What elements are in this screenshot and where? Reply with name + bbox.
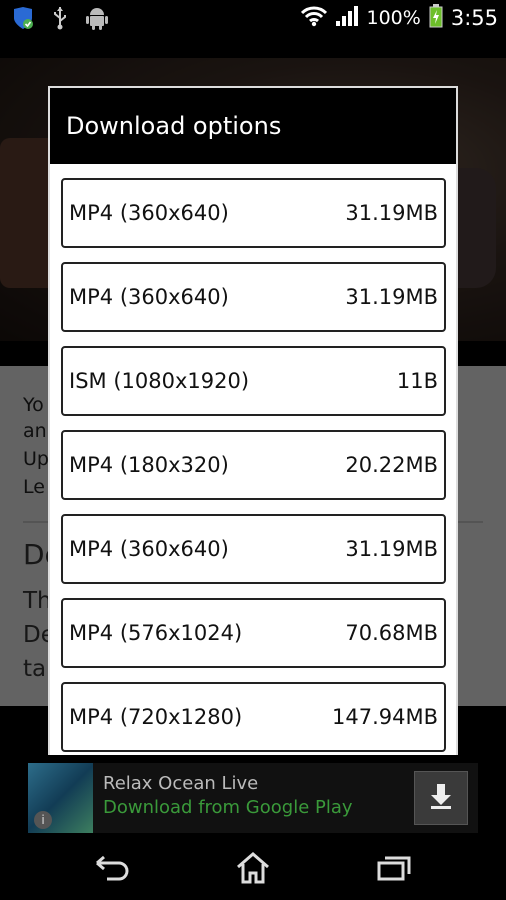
notification-icons (12, 6, 108, 34)
download-arrow-icon (429, 783, 453, 813)
option-format: MP4 (360x640) (69, 201, 229, 225)
status-bar: 100% 3:55 (0, 0, 506, 37)
option-format: MP4 (576x1024) (69, 621, 243, 645)
signal-icon (335, 5, 359, 31)
home-icon (235, 852, 271, 888)
option-format: MP4 (180x320) (69, 453, 229, 477)
home-button[interactable] (233, 852, 273, 888)
dialog-header: Download options (50, 88, 456, 164)
system-status: 100% 3:55 (300, 4, 498, 32)
option-format: MP4 (360x640) (69, 285, 229, 309)
option-size: 31.19MB (345, 285, 438, 309)
recent-apps-icon (376, 854, 412, 886)
download-option-button[interactable]: MP4 (360x640) 31.19MB (61, 262, 446, 332)
download-option-button[interactable]: MP4 (360x640) 31.19MB (61, 178, 446, 248)
download-option-button[interactable]: MP4 (720x1280) 147.94MB (61, 682, 446, 752)
back-icon (93, 855, 131, 885)
download-options-dialog: Download options MP4 (360x640) 31.19MB M… (48, 86, 458, 770)
ad-card[interactable]: i Relax Ocean Live Download from Google … (28, 763, 478, 833)
option-size: 11B (396, 369, 438, 393)
download-option-button[interactable]: MP4 (360x640) 31.19MB (61, 514, 446, 584)
option-size: 20.22MB (345, 453, 438, 477)
ad-banner[interactable]: i Relax Ocean Live Download from Google … (0, 755, 506, 842)
option-size: 31.19MB (345, 201, 438, 225)
clock: 3:55 (450, 6, 498, 30)
option-size: 147.94MB (331, 705, 438, 729)
download-option-button[interactable]: MP4 (180x320) 20.22MB (61, 430, 446, 500)
security-shield-icon (12, 6, 34, 34)
wifi-icon (300, 5, 327, 31)
option-size: 70.68MB (345, 621, 438, 645)
option-size: 31.19MB (345, 537, 438, 561)
dialog-title: Download options (66, 112, 282, 140)
download-option-button[interactable]: MP4 (576x1024) 70.68MB (61, 598, 446, 668)
navigation-bar (0, 842, 506, 900)
ad-title: Relax Ocean Live (103, 773, 259, 794)
back-button[interactable] (92, 852, 132, 888)
ad-subtitle: Download from Google Play (103, 797, 353, 818)
android-debug-icon (86, 6, 108, 34)
usb-icon (52, 6, 68, 34)
recent-apps-button[interactable] (374, 852, 414, 888)
battery-charging-icon (429, 4, 443, 32)
option-format: MP4 (720x1280) (69, 705, 243, 729)
battery-percent: 100% (366, 7, 421, 29)
download-options-list: MP4 (360x640) 31.19MB MP4 (360x640) 31.1… (50, 164, 456, 752)
download-option-button[interactable]: ISM (1080x1920) 11B (61, 346, 446, 416)
ad-download-button[interactable] (414, 771, 468, 825)
ad-info-icon[interactable]: i (34, 811, 52, 829)
option-format: ISM (1080x1920) (69, 369, 250, 393)
option-format: MP4 (360x640) (69, 537, 229, 561)
